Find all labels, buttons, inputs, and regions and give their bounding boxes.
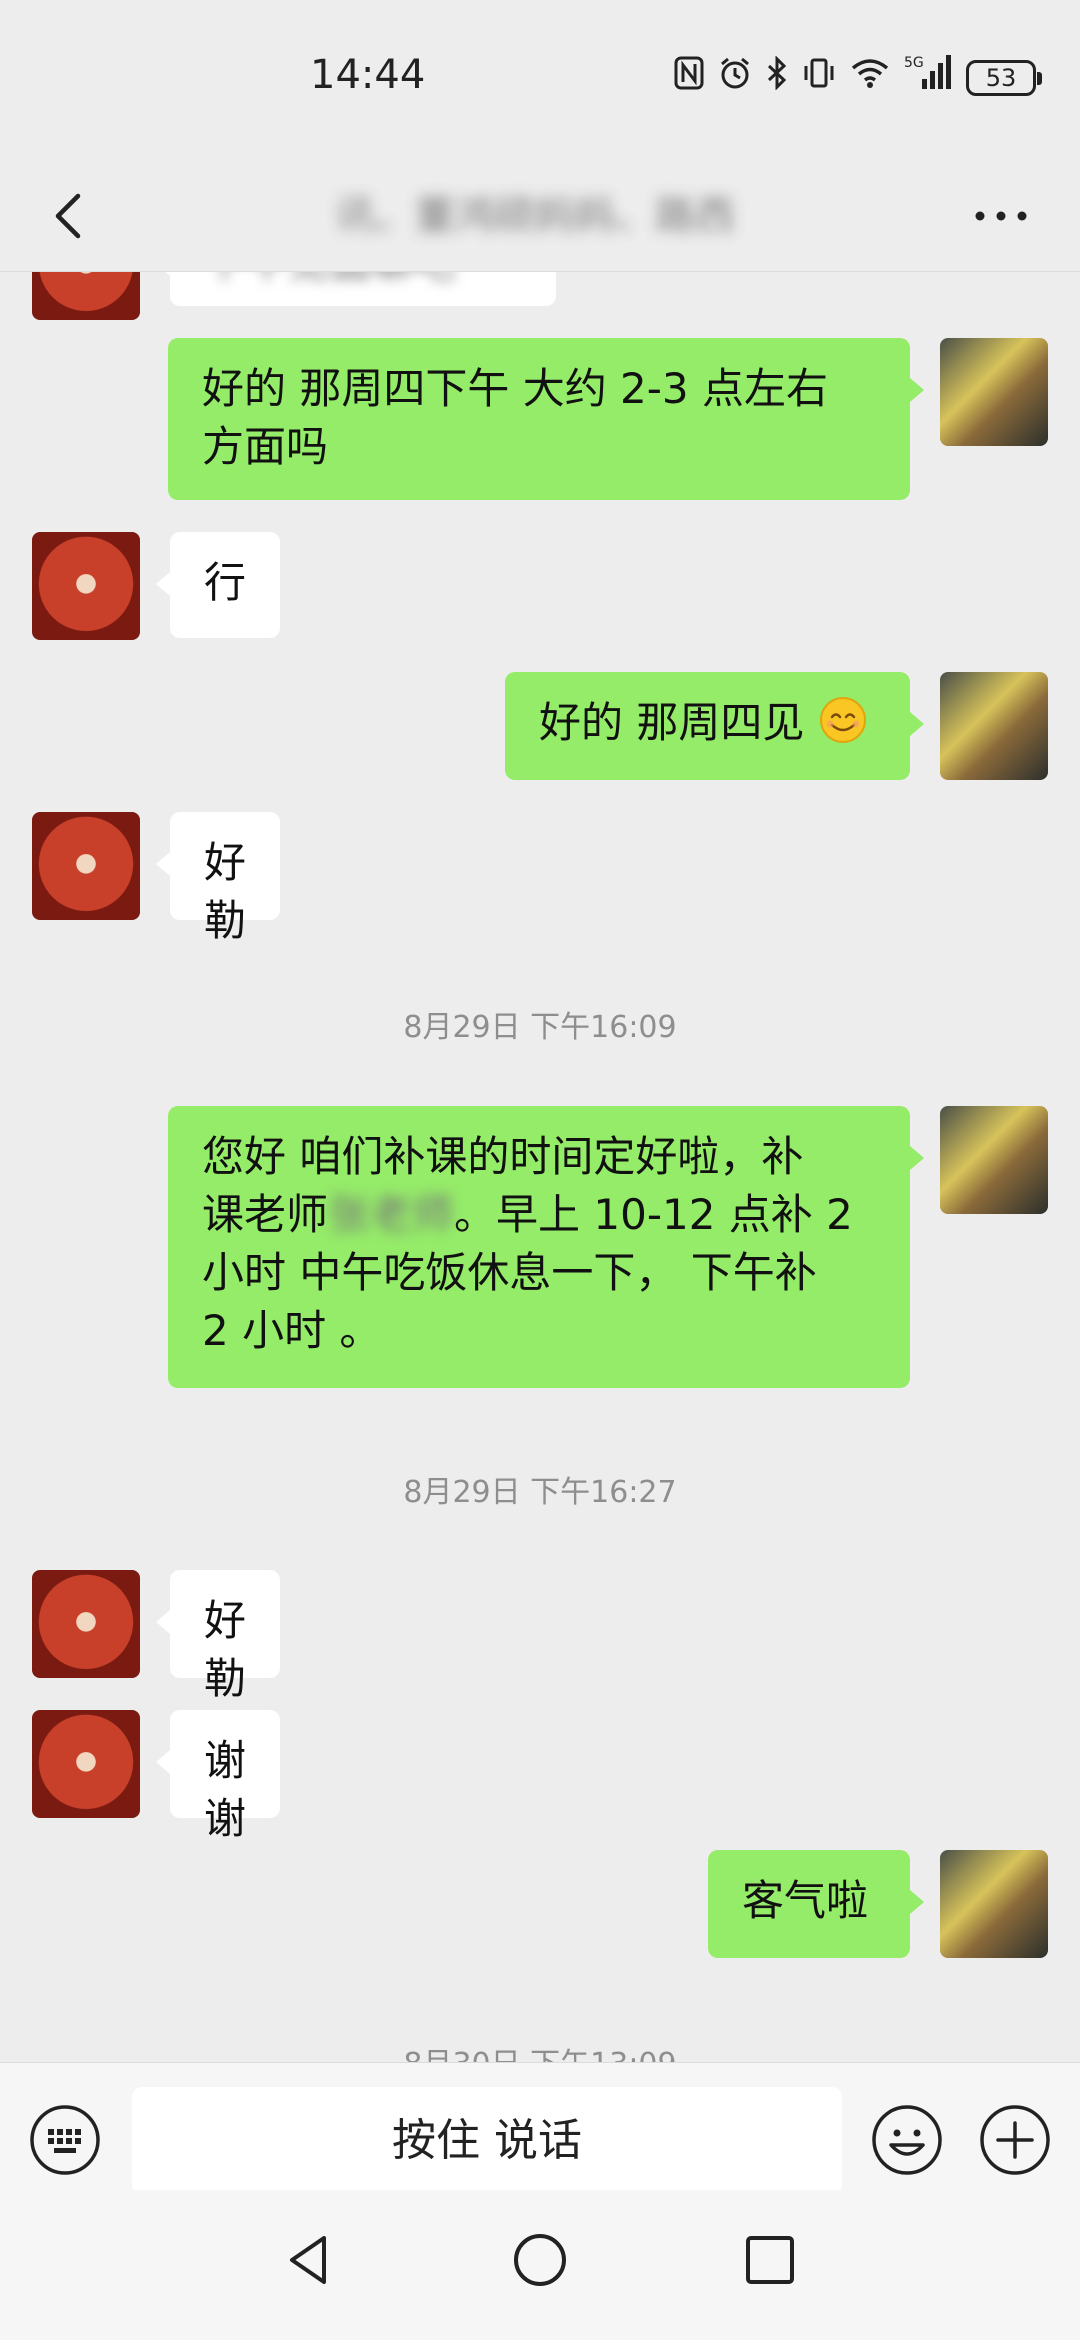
nav-recent-apps-icon[interactable] bbox=[740, 2230, 800, 2290]
contact-avatar[interactable] bbox=[32, 532, 140, 640]
my-avatar[interactable] bbox=[940, 672, 1048, 780]
chat-title: 讯、董鸿硕妈妈、路西 bbox=[335, 193, 735, 239]
message-text: 好勒 bbox=[204, 1596, 247, 1703]
status-bar: 14:44 5G 53 bbox=[0, 0, 1080, 160]
battery-indicator: 53 bbox=[966, 60, 1042, 96]
contact-avatar[interactable] bbox=[32, 812, 140, 920]
message-timestamp: 8月29日 下午16:27 bbox=[403, 1475, 677, 1510]
chat-area[interactable]: 下午见面聊吧 好的 那周四下午 大约 2-3 点左右 方面吗 行 好的 那周四见… bbox=[0, 272, 1080, 2062]
message-line: 方面吗 bbox=[202, 422, 329, 471]
message-timestamp: 8月30日 下午13:09 bbox=[0, 2039, 1080, 2062]
vibrate-icon bbox=[802, 56, 836, 101]
message-text: 行 bbox=[204, 558, 247, 607]
contact-avatar[interactable] bbox=[32, 1570, 140, 1678]
my-avatar[interactable] bbox=[940, 338, 1048, 446]
message-bubble[interactable]: 好勒 bbox=[155, 1570, 281, 1703]
message-bubble[interactable]: 客气啦 bbox=[708, 1850, 924, 1958]
message-bubble[interactable]: 谢谢 bbox=[155, 1710, 281, 1843]
contact-avatar[interactable] bbox=[32, 272, 140, 320]
nav-back-icon[interactable] bbox=[280, 2230, 340, 2290]
signal-5g-icon: 5G bbox=[904, 53, 952, 104]
message-line: 好的 那周四下午 大约 2-3 点左右 bbox=[202, 364, 829, 413]
message-line: 您好 咱们补课的时间定好啦，补 bbox=[202, 1132, 804, 1181]
status-time: 14:44 bbox=[310, 52, 426, 98]
alarm-icon bbox=[718, 56, 752, 101]
redacted-teacher-name: 张老师 bbox=[328, 1190, 455, 1239]
message-text-fragment: 课老师 bbox=[202, 1190, 329, 1239]
system-navigation-bar bbox=[0, 2190, 1080, 2340]
message-text: 好的 那周四见 bbox=[539, 698, 805, 747]
message-bubble[interactable]: 行 bbox=[155, 532, 281, 638]
bluetooth-icon bbox=[766, 54, 788, 101]
plus-icon[interactable] bbox=[978, 2103, 1052, 2177]
more-options-icon[interactable] bbox=[966, 186, 1036, 246]
message-line: 小时 中午吃饭休息一下， 下午补 bbox=[202, 1248, 817, 1297]
title-bar: 讯、董鸿硕妈妈、路西 bbox=[0, 160, 1080, 272]
network-label: 5G bbox=[904, 55, 924, 71]
keyboard-icon[interactable] bbox=[28, 2103, 102, 2177]
message-line: 2 小时 。 bbox=[202, 1306, 382, 1355]
wifi-icon bbox=[850, 56, 890, 101]
status-icons: 5G 53 bbox=[674, 54, 1042, 101]
message-text-fragment: 。早上 10-12 点补 2 bbox=[454, 1190, 853, 1239]
smiling-emoji-icon bbox=[819, 697, 866, 743]
my-avatar[interactable] bbox=[940, 1850, 1048, 1958]
message-text: 谢谢 bbox=[204, 1736, 247, 1843]
my-avatar[interactable] bbox=[940, 1106, 1048, 1214]
message-bubble[interactable]: 您好 咱们补课的时间定好啦，补 课老师张老师。早上 10-12 点补 2 小时 … bbox=[168, 1106, 924, 1388]
message-text: 客气啦 bbox=[742, 1876, 869, 1925]
nav-home-icon[interactable] bbox=[510, 2230, 570, 2290]
contact-avatar[interactable] bbox=[32, 1710, 140, 1818]
back-arrow-icon[interactable] bbox=[42, 186, 102, 246]
message-text: 下午见面聊吧 bbox=[204, 272, 456, 287]
message-bubble[interactable]: 好的 那周四见 bbox=[505, 672, 924, 780]
message-bubble[interactable]: 下午见面聊吧 bbox=[156, 272, 556, 306]
nfc-icon bbox=[674, 56, 704, 101]
hold-to-talk-button[interactable]: 按住 说话 bbox=[132, 2087, 842, 2195]
message-bubble[interactable]: 好勒 bbox=[155, 812, 281, 945]
message-text: 好勒 bbox=[204, 838, 247, 945]
emoji-icon[interactable] bbox=[870, 2103, 944, 2177]
message-timestamp: 8月29日 下午16:09 bbox=[403, 1010, 677, 1045]
message-bubble[interactable]: 好的 那周四下午 大约 2-3 点左右 方面吗 bbox=[168, 338, 924, 500]
message-line: 课老师张老师。早上 10-12 点补 2 bbox=[202, 1186, 876, 1244]
